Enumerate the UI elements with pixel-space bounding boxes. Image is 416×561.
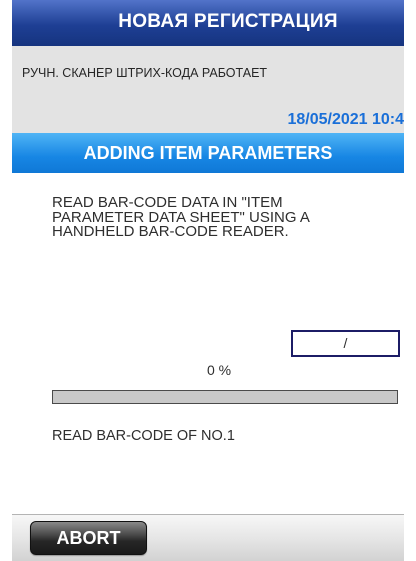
instruction-text: READ BAR-CODE DATA IN "ITEM PARAMETER DA… xyxy=(52,195,310,240)
current-step-text: READ BAR-CODE OF NO.1 xyxy=(52,428,235,444)
barcode-count-value: / xyxy=(343,335,348,351)
status-panel: РУЧН. СКАНЕР ШТРИХ-КОДА РАБОТАЕТ 18/05/2… xyxy=(12,46,404,133)
section-title: ADDING ITEM PARAMETERS xyxy=(83,143,333,163)
instruction-line: HANDHELD BAR-CODE READER. xyxy=(52,223,289,240)
progress-percent-label: 0 % xyxy=(206,362,232,378)
abort-button[interactable]: ABORT xyxy=(30,521,147,555)
barcode-count-box: / xyxy=(291,330,400,357)
section-header: ADDING ITEM PARAMETERS xyxy=(12,133,404,173)
scanner-status-message: РУЧН. СКАНЕР ШТРИХ-КОДА РАБОТАЕТ xyxy=(22,66,268,80)
datetime-display: 18/05/2021 10:4 xyxy=(287,111,404,128)
registration-screen: НОВАЯ РЕГИСТРАЦИЯ РУЧН. СКАНЕР ШТРИХ-КОД… xyxy=(12,0,404,561)
footer-bar: ABORT xyxy=(12,514,404,561)
progress-bar xyxy=(52,390,398,404)
title-bar: НОВАЯ РЕГИСТРАЦИЯ xyxy=(12,0,404,46)
screen-title: НОВАЯ РЕГИСТРАЦИЯ xyxy=(118,11,338,32)
